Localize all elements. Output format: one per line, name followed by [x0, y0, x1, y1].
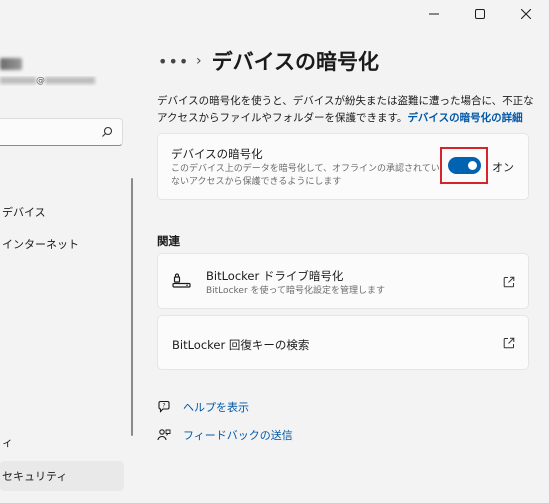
sidebar-item-security[interactable]: セキュリティ [0, 461, 124, 491]
email-suffix: @ [36, 76, 45, 86]
help-chat-icon: ? [158, 400, 170, 413]
svg-text:?: ? [162, 403, 165, 410]
bitlocker-title: BitLocker ドライブ暗号化 [206, 269, 344, 283]
search-input[interactable] [0, 118, 123, 146]
breadcrumb-more-button[interactable]: ••• [158, 52, 188, 71]
feedback-person-icon [157, 429, 171, 441]
related-heading: 関連 [157, 234, 180, 248]
recovery-key-title: BitLocker 回復キーの検索 [172, 338, 310, 352]
encryption-toggle[interactable] [448, 157, 481, 174]
search-icon [102, 126, 113, 137]
page-description: デバイスの暗号化を使うと、デバイスが紛失または盗難に遭った場合に、不正なアクセス… [157, 93, 537, 127]
toggle-knob [468, 161, 477, 170]
chevron-right-icon: › [196, 53, 202, 69]
bitlocker-drive-encryption-link[interactable]: BitLocker ドライブ暗号化 BitLocker を使って暗号化設定を管理… [157, 253, 529, 309]
close-icon [521, 9, 531, 19]
external-link-icon [503, 337, 515, 349]
encryption-title: デバイスの暗号化 [171, 147, 263, 161]
toggle-state-label: オン [492, 161, 514, 174]
sidebar-item-label: ィ [2, 436, 13, 449]
breadcrumb: ••• › デバイスの暗号化 [158, 45, 379, 77]
maximize-button[interactable] [457, 0, 503, 28]
email-blurred-part [0, 77, 36, 84]
minimize-button[interactable] [411, 0, 457, 28]
page-title: デバイスの暗号化 [211, 50, 379, 74]
encryption-subtitle-line2: ないアクセスから保護できるようにします [171, 177, 342, 187]
maximize-icon [475, 9, 485, 19]
get-help-label: ヘルプを表示 [183, 401, 249, 414]
learn-more-link[interactable]: デバイスの暗号化の詳細 [407, 112, 522, 124]
device-encryption-card: デバイスの暗号化 このデバイス上のデータを暗号化して、オフラインの承認されてい … [157, 133, 529, 200]
profile-name-blurred [0, 58, 22, 70]
key-drive-icon [172, 273, 191, 288]
sidebar-item-label: セキュリティ [2, 470, 68, 483]
sidebar-item-label: デバイス [2, 206, 46, 219]
send-feedback-link[interactable]: フィードバックの送信 [157, 426, 293, 444]
sidebar-item-accessibility[interactable]: ィ [0, 427, 124, 457]
minimize-icon [429, 13, 439, 15]
external-link-icon [503, 276, 515, 288]
bitlocker-recovery-key-link[interactable]: BitLocker 回復キーの検索 [157, 315, 529, 370]
send-feedback-label: フィードバックの送信 [183, 429, 293, 442]
settings-window: @ デバイス インターネット ィ セキュリティ ••• › デバイスの暗号化 デ… [0, 0, 550, 504]
sidebar: @ デバイス インターネット ィ セキュリティ [0, 0, 134, 504]
sidebar-item-devices[interactable]: デバイス [0, 197, 124, 227]
get-help-link[interactable]: ? ヘルプを表示 [157, 398, 249, 416]
sidebar-item-network[interactable]: インターネット [0, 229, 124, 259]
email-blurred-domain [45, 77, 95, 84]
encryption-subtitle-line1: このデバイス上のデータを暗号化して、オフラインの承認されてい [171, 164, 440, 174]
sidebar-item-label: インターネット [2, 238, 79, 251]
bitlocker-subtitle: BitLocker を使って暗号化設定を管理します [206, 286, 386, 296]
profile-email: @ [0, 76, 98, 86]
title-bar-controls [411, 0, 549, 28]
sidebar-scrollbar[interactable] [131, 178, 133, 436]
close-button[interactable] [503, 0, 549, 28]
